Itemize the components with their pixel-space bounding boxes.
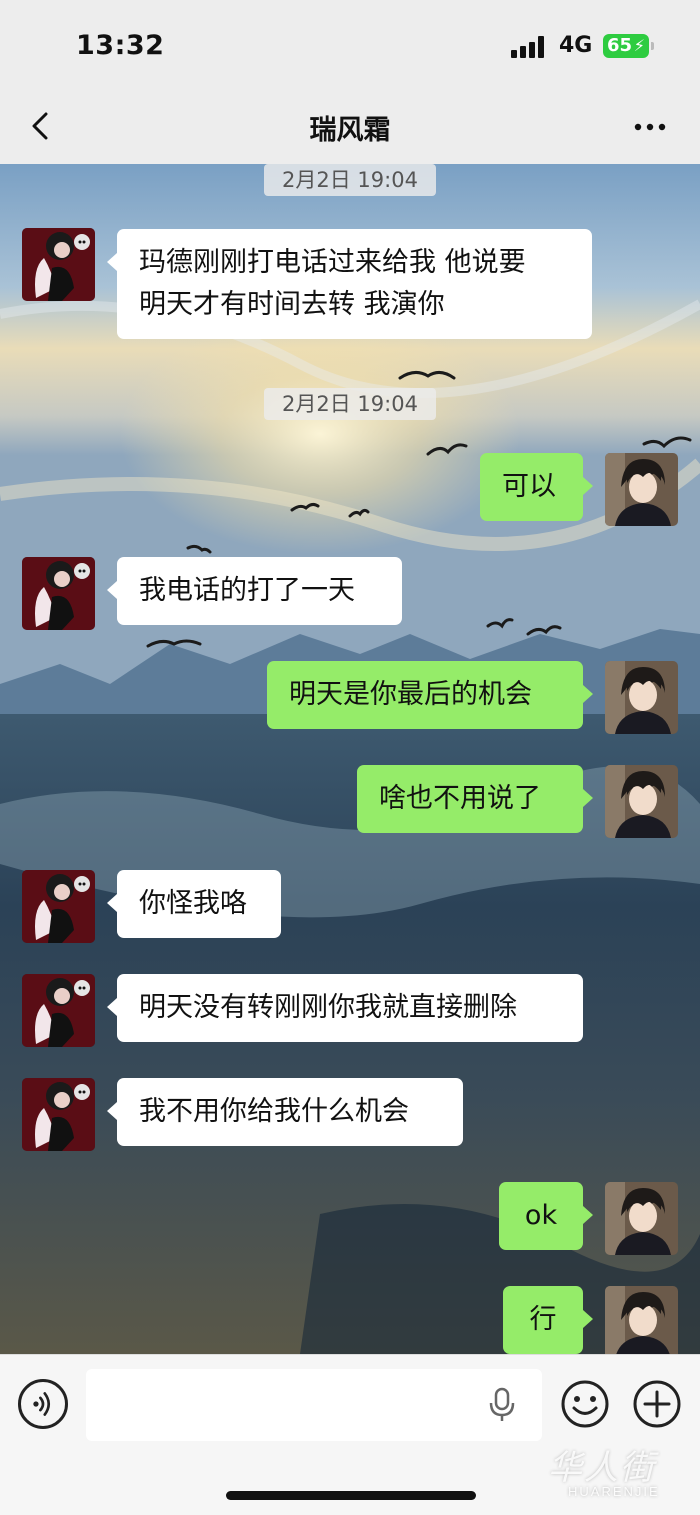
outgoing-message-bubble[interactable]: ok — [499, 1182, 593, 1250]
more-dots-icon[interactable] — [630, 112, 670, 142]
message-line: 你怪我咯 — [139, 888, 247, 919]
message-line: 玛德刚刚打电话过来给我 他说要 — [139, 247, 526, 278]
anime-boy-avatar-image — [605, 1286, 678, 1354]
message-line: 明天没有转刚刚你我就直接删除 — [139, 992, 517, 1023]
status-bar: 13:32 4G 65 ⚡ — [0, 0, 700, 92]
anime-girl-avatar-image — [22, 1078, 95, 1151]
chat-area[interactable]: 2月2日 19:04 玛德刚刚打电话过来给我 他说要 明天才有时间去转 我演你 … — [0, 164, 700, 1354]
contact-avatar[interactable] — [22, 974, 95, 1047]
voice-icon[interactable] — [18, 1379, 68, 1429]
signal-icon — [511, 36, 547, 58]
message-line: 我不用你给我什么机会 — [139, 1096, 409, 1127]
message-line: 可以 — [502, 471, 556, 502]
contact-avatar[interactable] — [22, 870, 95, 943]
network-type: 4G — [559, 33, 593, 58]
my-avatar[interactable] — [605, 661, 678, 734]
outgoing-message-bubble[interactable]: 明天是你最后的机会 — [267, 661, 593, 729]
chat-background-image — [0, 164, 700, 1354]
incoming-message-bubble[interactable]: 玛德刚刚打电话过来给我 他说要 明天才有时间去转 我演你 — [107, 229, 592, 339]
anime-girl-avatar-image — [22, 228, 95, 301]
anime-boy-avatar-image — [605, 1182, 678, 1255]
message-line: 明天是你最后的机会 — [289, 679, 532, 710]
status-time: 13:32 — [76, 30, 165, 61]
my-avatar[interactable] — [605, 453, 678, 526]
contact-avatar[interactable] — [22, 1078, 95, 1151]
emoji-icon[interactable] — [560, 1379, 610, 1429]
contact-avatar[interactable] — [22, 228, 95, 301]
nav-bar: 瑞风霜 — [0, 92, 700, 164]
watermark-sub-text: HUARENJIE — [568, 1484, 660, 1499]
my-avatar[interactable] — [605, 765, 678, 838]
home-indicator[interactable] — [226, 1491, 476, 1500]
battery-icon: 65 ⚡ — [603, 34, 649, 58]
anime-girl-avatar-image — [22, 557, 95, 630]
incoming-message-bubble[interactable]: 我电话的打了一天 — [107, 557, 402, 625]
chat-title: 瑞风霜 — [309, 115, 391, 146]
message-line: 明天才有时间去转 我演你 — [139, 289, 445, 320]
anime-girl-avatar-image — [22, 870, 95, 943]
watermark-main-text: 华人街 — [548, 1448, 656, 1488]
my-avatar[interactable] — [605, 1286, 678, 1354]
incoming-message-bubble[interactable]: 我不用你给我什么机会 — [107, 1078, 463, 1146]
incoming-message-bubble[interactable]: 明天没有转刚刚你我就直接删除 — [107, 974, 583, 1042]
outgoing-message-bubble[interactable]: 行 — [503, 1286, 593, 1354]
my-avatar[interactable] — [605, 1182, 678, 1255]
battery-tip — [651, 42, 654, 50]
message-line: 行 — [529, 1304, 557, 1335]
anime-boy-avatar-image — [605, 765, 678, 838]
outgoing-message-bubble[interactable]: 啥也不用说了 — [357, 765, 593, 833]
watermark-logo: 华人街 HUARENJIE — [548, 1440, 698, 1500]
message-timestamp: 2月2日 19:04 — [264, 164, 436, 196]
plus-icon[interactable] — [632, 1379, 682, 1429]
anime-boy-avatar-image — [605, 453, 678, 526]
outgoing-message-bubble[interactable]: 可以 — [480, 453, 593, 521]
contact-avatar[interactable] — [22, 557, 95, 630]
message-line: 我电话的打了一天 — [139, 575, 355, 606]
incoming-message-bubble[interactable]: 你怪我咯 — [107, 870, 281, 938]
message-line: ok — [524, 1200, 558, 1231]
message-line: 啥也不用说了 — [379, 783, 541, 814]
message-input[interactable] — [86, 1369, 542, 1441]
anime-girl-avatar-image — [22, 974, 95, 1047]
message-timestamp: 2月2日 19:04 — [264, 388, 436, 420]
anime-boy-avatar-image — [605, 661, 678, 734]
battery-level: 65 — [607, 35, 633, 56]
mic-icon[interactable] — [488, 1387, 516, 1423]
charging-bolt-icon: ⚡ — [633, 36, 645, 55]
